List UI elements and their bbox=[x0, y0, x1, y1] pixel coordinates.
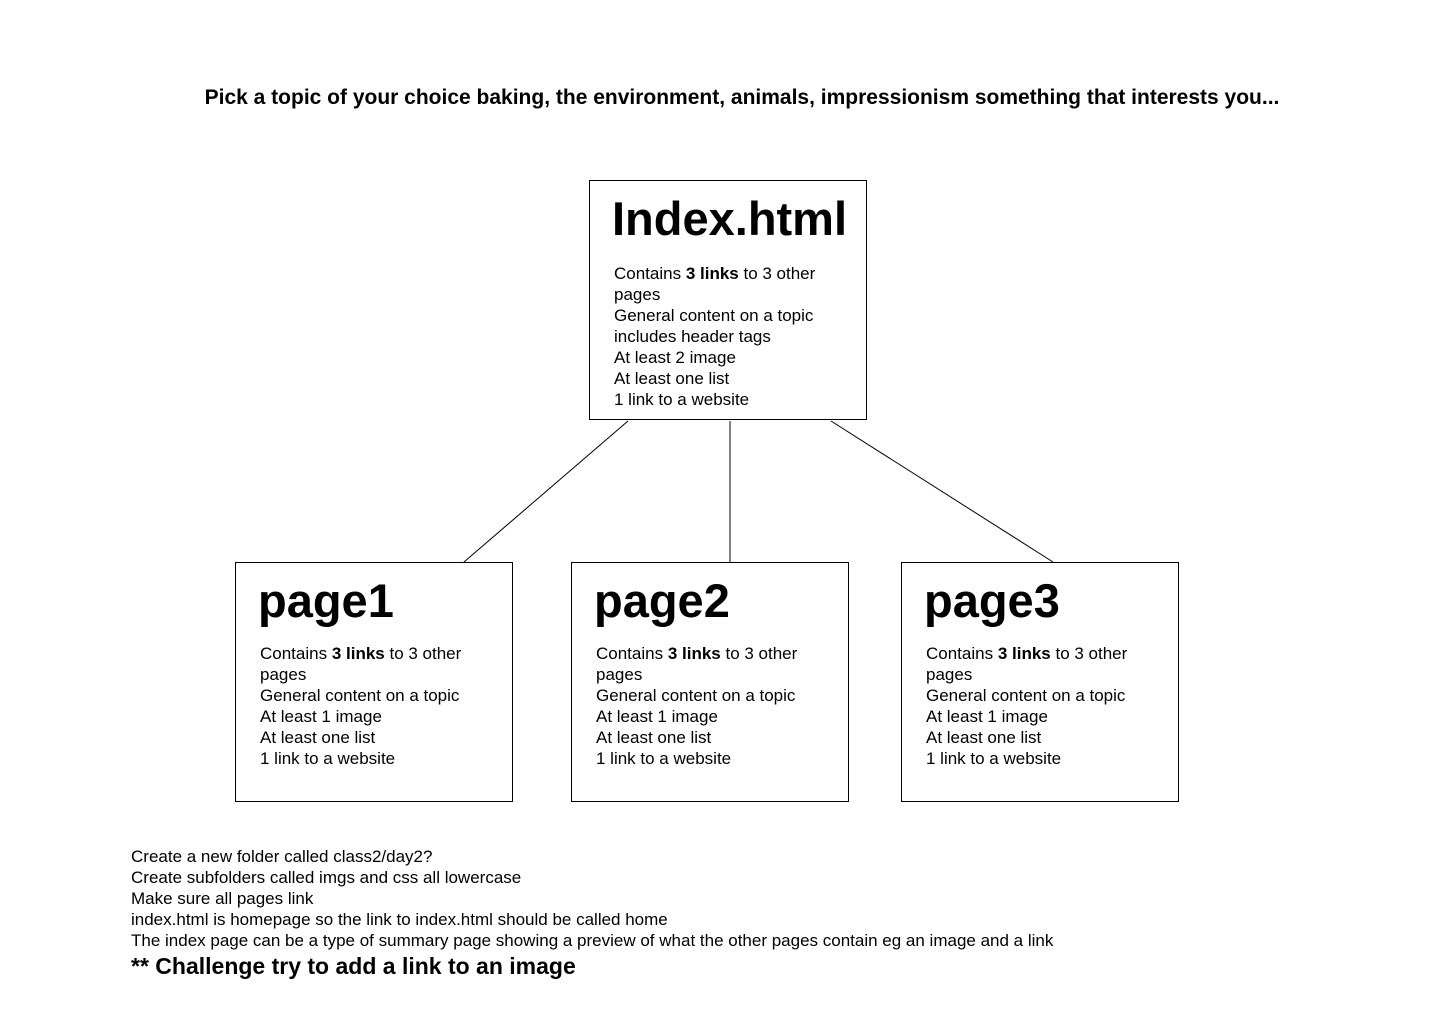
links-prefix: Contains bbox=[260, 644, 332, 663]
index-card-links-requirement: Contains 3 links to 3 other pages bbox=[614, 263, 852, 305]
index-card: Index.html Contains 3 links to 3 other p… bbox=[589, 180, 867, 420]
page2-card-list-requirement: At least one list bbox=[596, 728, 712, 747]
connector-index-page3 bbox=[830, 420, 1054, 563]
links-prefix: Contains bbox=[926, 644, 998, 663]
page2-card: page2 Contains 3 links to 3 other pages … bbox=[571, 562, 849, 802]
index-card-list-requirement: At least one list bbox=[614, 369, 730, 388]
page1-card-links-requirement: Contains 3 links to 3 other pages bbox=[260, 643, 498, 685]
links-prefix: Contains bbox=[614, 264, 686, 283]
instructions-notes: Create a new folder called class2/day2? … bbox=[131, 846, 1381, 981]
page1-card-list-requirement: At least one list bbox=[260, 728, 376, 747]
note-create-subfolders: Create subfolders called imgs and css al… bbox=[131, 868, 522, 887]
note-homepage-link: index.html is homepage so the link to in… bbox=[131, 910, 668, 929]
page2-card-links-requirement: Contains 3 links to 3 other pages bbox=[596, 643, 834, 685]
page3-card-list-requirement: At least one list bbox=[926, 728, 1042, 747]
page3-card-content-requirement: General content on a topic bbox=[926, 686, 1126, 705]
page3-card-image-requirement: At least 1 image bbox=[926, 707, 1048, 726]
index-card-image-requirement: At least 2 image bbox=[614, 348, 736, 367]
note-pages-link: Make sure all pages link bbox=[131, 889, 314, 908]
page1-card-content-requirement: General content on a topic bbox=[260, 686, 460, 705]
note-summary-page: The index page can be a type of summary … bbox=[131, 931, 1054, 950]
links-count: 3 links bbox=[997, 644, 1051, 663]
page3-card: page3 Contains 3 links to 3 other pages … bbox=[901, 562, 1179, 802]
page3-card-website-requirement: 1 link to a website bbox=[926, 749, 1062, 768]
page2-card-image-requirement: At least 1 image bbox=[596, 707, 718, 726]
page1-card: page1 Contains 3 links to 3 other pages … bbox=[235, 562, 513, 802]
page1-card-title: page1 bbox=[258, 574, 394, 627]
page2-card-website-requirement: 1 link to a website bbox=[596, 749, 732, 768]
page1-card-website-requirement: 1 link to a website bbox=[260, 749, 396, 768]
index-card-title: Index.html bbox=[612, 192, 848, 245]
links-prefix: Contains bbox=[596, 644, 668, 663]
index-card-content-requirement: General content on a topic includes head… bbox=[614, 306, 814, 346]
links-count: 3 links bbox=[685, 264, 739, 283]
index-card-website-requirement: 1 link to a website bbox=[614, 390, 750, 409]
page-headline: Pick a topic of your choice baking, the … bbox=[204, 86, 1280, 109]
page2-card-content-requirement: General content on a topic bbox=[596, 686, 796, 705]
links-count: 3 links bbox=[331, 644, 385, 663]
links-count: 3 links bbox=[667, 644, 721, 663]
page1-card-image-requirement: At least 1 image bbox=[260, 707, 382, 726]
page3-card-links-requirement: Contains 3 links to 3 other pages bbox=[926, 643, 1164, 685]
page2-card-title: page2 bbox=[594, 574, 730, 627]
note-create-folder: Create a new folder called class2/day2? bbox=[131, 847, 433, 866]
page3-card-title: page3 bbox=[924, 574, 1060, 627]
challenge-note: ** Challenge try to add a link to an ima… bbox=[131, 953, 576, 979]
connector-index-page1 bbox=[463, 420, 629, 563]
